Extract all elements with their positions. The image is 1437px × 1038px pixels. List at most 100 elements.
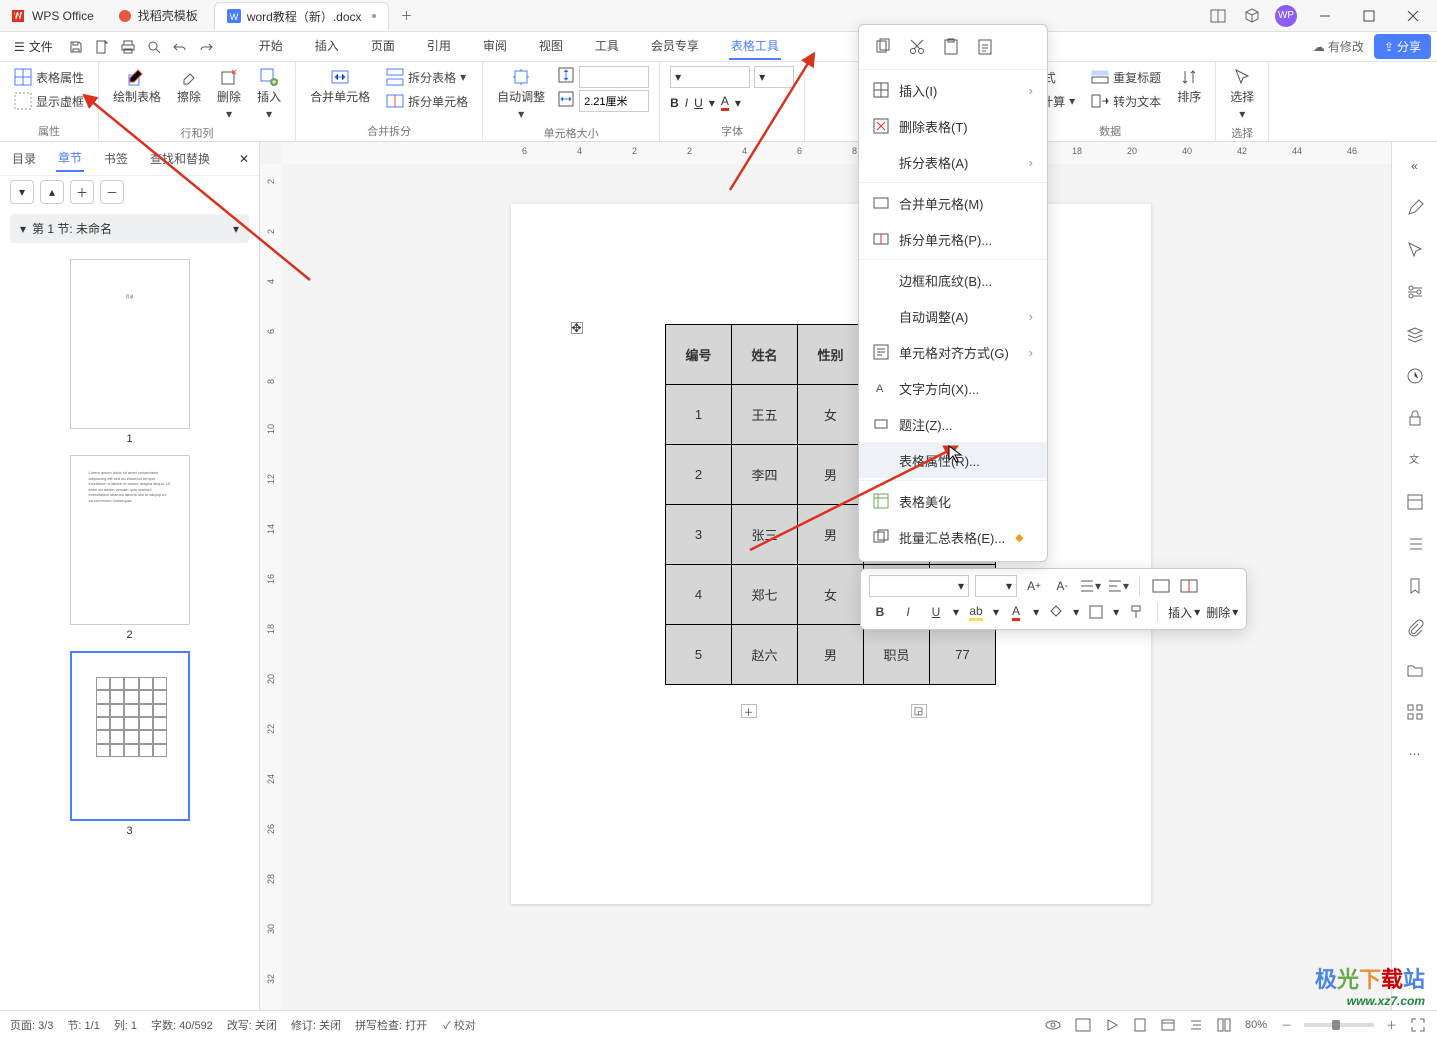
font-color-button[interactable]: A — [721, 94, 729, 111]
read-mode-icon[interactable] — [1073, 1015, 1093, 1035]
play-icon[interactable] — [1103, 1016, 1121, 1034]
line-spacing-button[interactable]: ▾ — [1079, 575, 1101, 597]
zoom-value[interactable]: 80% — [1243, 1017, 1269, 1033]
mini-shading-button[interactable] — [1045, 601, 1067, 623]
table-cell[interactable]: 女 — [798, 385, 864, 445]
select-button[interactable]: 选择▾ — [1226, 66, 1258, 123]
close-button[interactable] — [1397, 3, 1429, 29]
nav-remove-button[interactable]: － — [100, 180, 124, 204]
table-cell[interactable]: 女 — [798, 565, 864, 625]
table-cell[interactable]: 4 — [666, 565, 732, 625]
print-preview-icon[interactable] — [143, 36, 165, 58]
bold-button[interactable]: B — [670, 96, 679, 110]
menu-tab-tools[interactable]: 工具 — [593, 33, 621, 60]
list-icon[interactable] — [1401, 530, 1429, 558]
thumbnail-page-2[interactable]: Lorem ipsum dolor sit amet consectetur a… — [70, 455, 190, 625]
table-header[interactable]: 姓名 — [732, 325, 798, 385]
split-cell-button[interactable]: 拆分单元格 — [382, 90, 472, 112]
ctx-autofit[interactable]: 自动调整(A)› — [859, 298, 1047, 334]
shrink-font-button[interactable]: A- — [1051, 575, 1073, 597]
repeat-header-button[interactable]: 重复标题 — [1087, 66, 1165, 88]
mini-format-painter-button[interactable] — [1125, 601, 1147, 623]
page-view-icon[interactable] — [1131, 1016, 1149, 1034]
menu-tab-member[interactable]: 会员专享 — [649, 33, 701, 60]
attachment-icon[interactable] — [1401, 614, 1429, 642]
tab-template-store[interactable]: 找稻壳模板 — [106, 2, 210, 30]
sort-button[interactable]: 排序 — [1173, 66, 1205, 107]
folder-icon[interactable] — [1401, 656, 1429, 684]
ctx-merge-cells[interactable]: 合并单元格(M) — [859, 185, 1047, 221]
table-cell[interactable]: 5 — [666, 625, 732, 685]
nav-tab-bookmarks[interactable]: 书签 — [102, 146, 130, 171]
table-cell[interactable]: 张三 — [732, 505, 798, 565]
collapse-icon[interactable]: « — [1401, 152, 1429, 180]
fullscreen-icon[interactable] — [1409, 1016, 1427, 1034]
minimize-button[interactable] — [1309, 3, 1341, 29]
nav-tab-findreplace[interactable]: 查找和替换 — [148, 146, 212, 171]
table-header[interactable]: 性别 — [798, 325, 864, 385]
mini-border-button[interactable] — [1085, 601, 1107, 623]
status-wordcount[interactable]: 字数: 40/592 — [151, 1017, 213, 1033]
split-button[interactable] — [1178, 575, 1200, 597]
table-cell[interactable]: 3 — [666, 505, 732, 565]
thumbnail-page-1[interactable]: 目录 — [70, 259, 190, 429]
table-cell[interactable]: 职员 — [864, 625, 930, 685]
autofit-button[interactable]: 自动调整▾ — [493, 66, 549, 123]
file-menu-button[interactable]: ☰ 文件 — [6, 38, 61, 55]
table-cell[interactable]: 赵六 — [732, 625, 798, 685]
paste-icon[interactable] — [939, 35, 963, 59]
cut-icon[interactable] — [905, 35, 929, 59]
horizontal-ruler[interactable]: 6422468101416182040424446 — [282, 142, 1391, 164]
to-text-button[interactable]: 转为文本 — [1087, 90, 1165, 112]
layers-icon[interactable] — [1401, 320, 1429, 348]
table-cell[interactable]: 1 — [666, 385, 732, 445]
grow-font-button[interactable]: A+ — [1023, 575, 1045, 597]
add-row-handle[interactable]: ＋ — [741, 704, 757, 718]
zoom-slider[interactable] — [1304, 1023, 1374, 1027]
mini-delete-button[interactable]: 删除▾ — [1206, 604, 1238, 621]
align-button[interactable]: ▾ — [1107, 575, 1129, 597]
ctx-batch-summary[interactable]: 批量汇总表格(E)...◆ — [859, 519, 1047, 555]
underline-button[interactable]: U — [694, 96, 703, 110]
menu-tab-references[interactable]: 引用 — [425, 33, 453, 60]
font-family-combo[interactable]: ▾ — [670, 66, 750, 88]
copy-icon[interactable] — [871, 35, 895, 59]
table-move-handle[interactable]: ✥ — [571, 322, 583, 334]
table-cell[interactable]: 男 — [798, 505, 864, 565]
draw-table-button[interactable]: 绘制表格 — [109, 66, 165, 107]
table-cell[interactable]: 77 — [930, 625, 996, 685]
ctx-caption[interactable]: 题注(Z)... — [859, 406, 1047, 442]
nav-add-button[interactable]: ＋ — [70, 180, 94, 204]
font-size-combo[interactable]: ▾ — [754, 66, 794, 88]
settings-icon[interactable] — [1401, 278, 1429, 306]
mini-bold-button[interactable]: B — [869, 601, 891, 623]
menu-tab-review[interactable]: 审阅 — [481, 33, 509, 60]
vertical-ruler[interactable]: 2246810121416182022242628303234363840 — [260, 164, 282, 1010]
ctx-cell-align[interactable]: 单元格对齐方式(G)› — [859, 334, 1047, 370]
cube-icon[interactable] — [1241, 5, 1263, 27]
insert-button[interactable]: 插入▾ — [253, 66, 285, 123]
status-section[interactable]: 节: 1/1 — [67, 1017, 99, 1033]
user-avatar[interactable]: WP — [1275, 5, 1297, 27]
ctx-insert[interactable]: 插入(I)› — [859, 72, 1047, 108]
apps-icon[interactable] — [1401, 698, 1429, 726]
row-height-input[interactable] — [579, 66, 649, 88]
proofread-button[interactable]: ✓ 校对 — [441, 1015, 478, 1035]
col-width-input[interactable] — [579, 90, 649, 112]
nav-tab-toc[interactable]: 目录 — [10, 146, 38, 171]
bookmark-icon[interactable] — [1401, 572, 1429, 600]
mini-italic-button[interactable]: I — [897, 601, 919, 623]
more-icon[interactable]: ⋯ — [1401, 740, 1429, 768]
nav-tab-chapters[interactable]: 章节 — [56, 145, 84, 172]
table-header[interactable]: 编号 — [666, 325, 732, 385]
mini-fontcolor-button[interactable]: A — [1005, 601, 1027, 623]
pencil-icon[interactable] — [1401, 194, 1429, 222]
zoom-in-button[interactable]: ＋ — [1384, 1015, 1399, 1035]
mini-underline-button[interactable]: U — [925, 601, 947, 623]
web-view-icon[interactable] — [1159, 1016, 1177, 1034]
window-layout-icon[interactable] — [1207, 5, 1229, 27]
layout-icon[interactable] — [1401, 488, 1429, 516]
delete-button[interactable]: 删除▾ — [213, 66, 245, 123]
show-gridlines-button[interactable]: 显示虚框 — [10, 90, 88, 112]
italic-button[interactable]: I — [685, 96, 688, 110]
